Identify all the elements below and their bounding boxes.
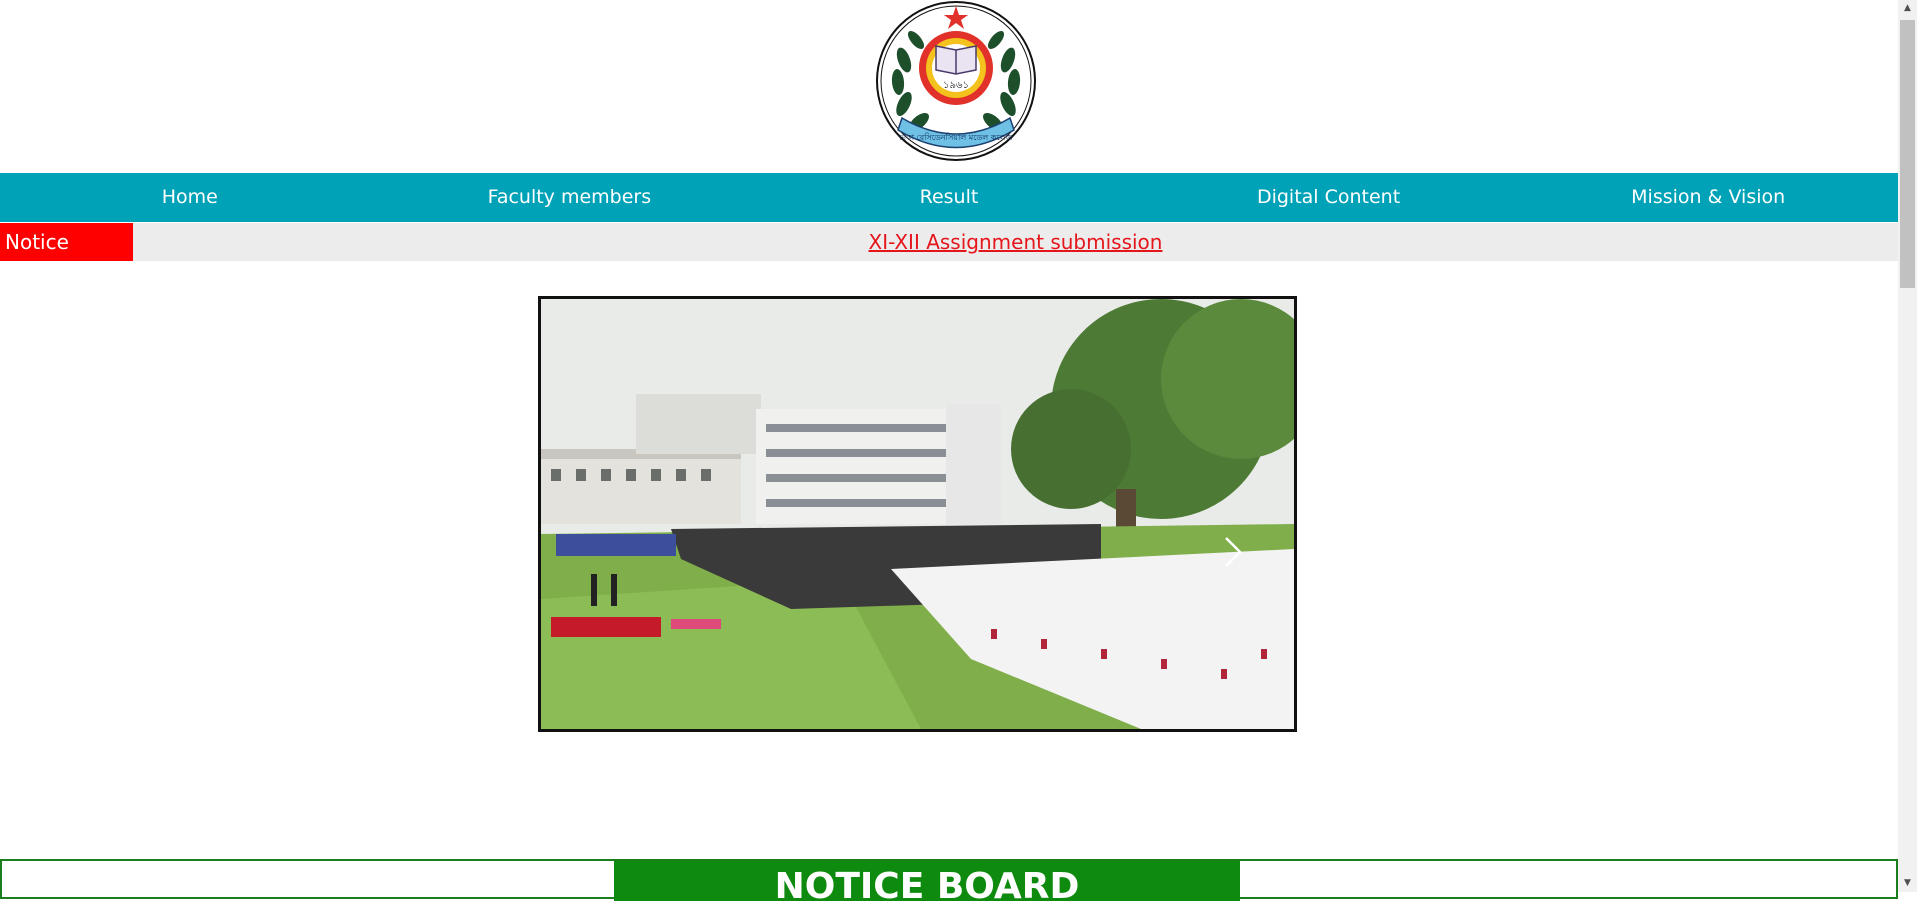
notice-board-title: NOTICE BOARD <box>614 861 1240 901</box>
scroll-up-icon[interactable]: ▲ <box>1898 0 1917 17</box>
nav-faculty-members[interactable]: Faculty members <box>380 173 760 222</box>
scroll-down-icon[interactable]: ▼ <box>1898 875 1917 892</box>
image-slider[interactable] <box>538 296 1297 732</box>
vertical-scrollbar[interactable]: ▲ ▼ <box>1898 0 1917 892</box>
notice-bar: Notice XI-XII Assignment submission <box>0 223 1898 261</box>
nav-home[interactable]: Home <box>0 173 380 222</box>
nav-mission-vision[interactable]: Mission & Vision <box>1518 173 1898 222</box>
nav-result[interactable]: Result <box>759 173 1139 222</box>
scrollbar-thumb[interactable] <box>1900 20 1915 288</box>
main-navbar: Home Faculty members Result Digital Cont… <box>0 173 1898 222</box>
college-logo: ১৯৬১ ঢাকা রেসিডেনসিয়াল মডেল কলেজ <box>874 0 1038 162</box>
chevron-right-icon[interactable] <box>1214 534 1250 570</box>
notice-link[interactable]: XI-XII Assignment submission <box>133 223 1898 261</box>
logo-year: ১৯৬১ <box>943 80 969 91</box>
slider-image <box>541 299 1294 729</box>
notice-label: Notice <box>0 223 133 261</box>
logo-banner-text: ঢাকা রেসিডেনসিয়াল মডেল কলেজ <box>898 133 1013 142</box>
nav-digital-content[interactable]: Digital Content <box>1139 173 1519 222</box>
